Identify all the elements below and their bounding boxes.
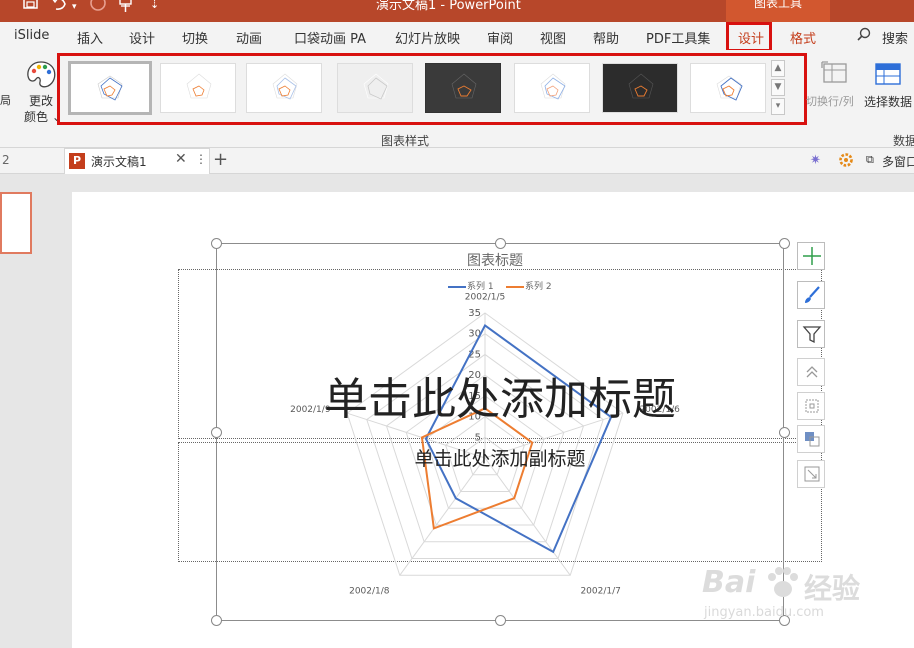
resize-button[interactable]: [797, 460, 825, 488]
radar-tick-label: 5: [475, 432, 481, 443]
watermark-brand: Bai: [702, 565, 756, 600]
radar-tick-label: 35: [468, 308, 481, 319]
radar-chart: 51015202530352002/1/52002/1/62002/1/7200…: [290, 293, 680, 597]
slide-subtitle-text[interactable]: 单击此处添加副标题: [178, 444, 822, 471]
chart-elements-button[interactable]: [797, 242, 825, 270]
resize-handle[interactable]: [779, 238, 790, 249]
watermark-jingyan: 经验: [804, 572, 861, 605]
align-button[interactable]: [797, 392, 825, 420]
collapse-button[interactable]: [797, 358, 825, 386]
resize-handle[interactable]: [211, 238, 222, 249]
resize-handle[interactable]: [495, 238, 506, 249]
double-chevron-up-icon: [804, 364, 820, 384]
filter-icon: [801, 323, 823, 349]
paintbrush-icon: [801, 284, 823, 310]
radar-category-label: 2002/1/7: [580, 586, 620, 596]
baidu-watermark: Bai 经验 jingyan.baidu.com: [700, 565, 900, 635]
watermark-url: jingyan.baidu.com: [704, 605, 824, 620]
resize-diagonal-icon: [804, 466, 820, 486]
chart-filters-button[interactable]: [797, 320, 825, 348]
paw-icon: [764, 567, 800, 605]
chart-styles-button[interactable]: [797, 281, 825, 309]
radar-category-label: 2002/1/8: [349, 586, 390, 596]
radar-spoke: [484, 457, 571, 576]
plus-icon: [801, 245, 823, 271]
layers-icon: [803, 430, 821, 452]
radar-category-label: 2002/1/5: [465, 293, 505, 303]
resize-handle[interactable]: [495, 615, 506, 626]
radar-series-line: [424, 323, 613, 554]
slide-title-text[interactable]: 单击此处添加标题: [178, 370, 822, 430]
resize-handle[interactable]: [211, 615, 222, 626]
radar-spoke: [399, 457, 486, 576]
arrange-button[interactable]: [797, 425, 825, 453]
align-center-icon: [804, 398, 820, 418]
